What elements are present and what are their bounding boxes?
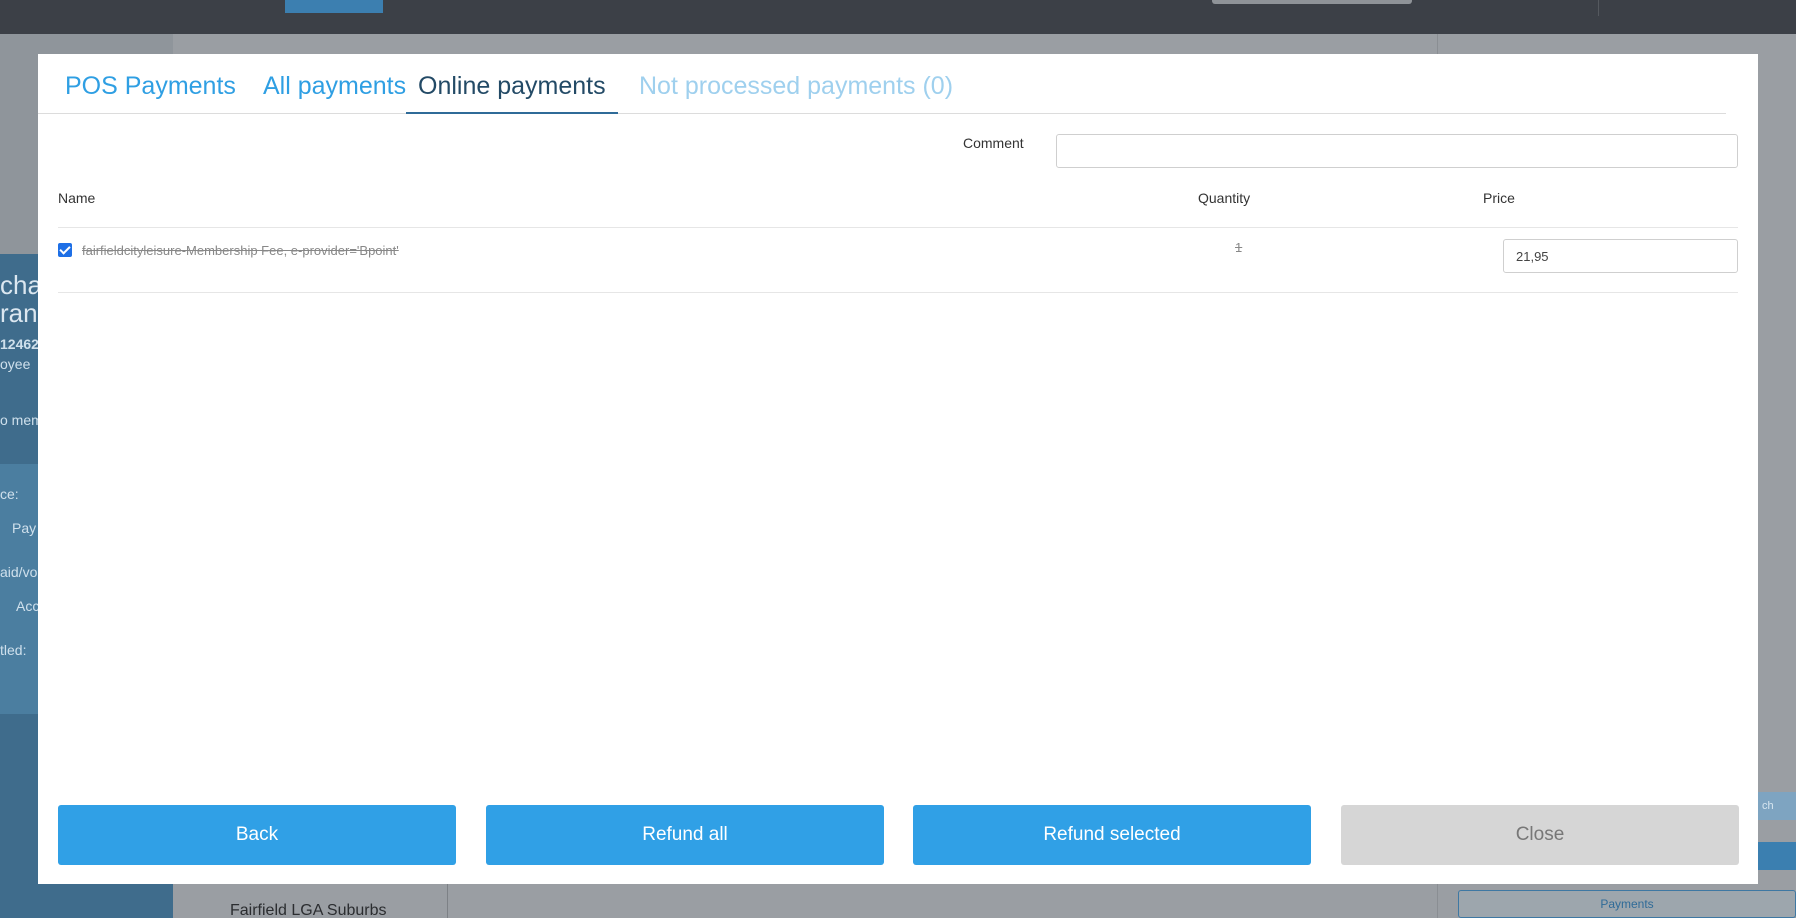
column-header-name: Name [58, 190, 96, 206]
payment-tabs: POS Payments All payments Online payment… [38, 54, 1726, 114]
row-price-input[interactable] [1503, 239, 1738, 273]
row-item-quantity: 1 [1235, 240, 1243, 255]
background-pay-button: Pay [12, 520, 37, 536]
background-search-field [1212, 0, 1412, 4]
table-row: fairfieldcityleisure-Membership Fee, e-p… [58, 228, 1738, 293]
background-member-id: 12462 [0, 336, 39, 352]
background-member-type: oyee [0, 356, 31, 372]
background-top-bar [0, 0, 1796, 34]
row-select-checkbox[interactable] [58, 243, 72, 257]
background-right-button-blue [1758, 842, 1796, 870]
background-payments-button: Payments [1458, 890, 1796, 918]
background-suburbs-text: Fairfield LGA Suburbs [230, 902, 387, 918]
background-name-line-2: ran [0, 298, 38, 328]
background-name-line-1: cha [0, 270, 42, 300]
background-label-1: ce: [0, 486, 19, 502]
background-membership-link: o mem [0, 412, 43, 428]
background-right-button: ch [1758, 792, 1796, 820]
comment-label: Comment [963, 135, 1024, 151]
tab-not-processed-payments[interactable]: Not processed payments (0) [627, 72, 965, 114]
comment-input[interactable] [1056, 134, 1738, 168]
row-item-name: fairfieldcityleisure-Membership Fee, e-p… [82, 243, 399, 258]
background-column-line [447, 880, 448, 918]
column-header-quantity: Quantity [1198, 190, 1251, 206]
background-divider [1598, 0, 1599, 16]
tab-pos-payments[interactable]: POS Payments [53, 72, 248, 114]
payments-modal: POS Payments All payments Online payment… [38, 54, 1758, 884]
tab-online-payments[interactable]: Online payments [406, 72, 618, 114]
background-active-tab [285, 0, 383, 13]
background-label-3: tled: [0, 642, 27, 658]
back-button[interactable]: Back [58, 805, 456, 865]
refund-all-button[interactable]: Refund all [486, 805, 884, 865]
tab-all-payments[interactable]: All payments [251, 72, 418, 114]
close-button[interactable]: Close [1341, 805, 1739, 865]
refund-selected-button[interactable]: Refund selected [913, 805, 1311, 865]
column-header-price: Price [1483, 190, 1515, 206]
